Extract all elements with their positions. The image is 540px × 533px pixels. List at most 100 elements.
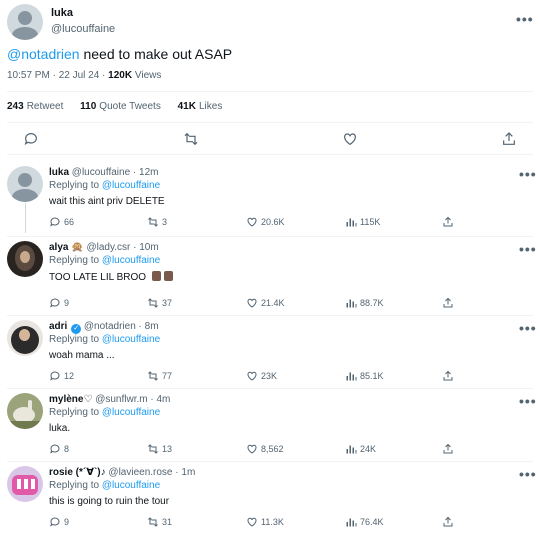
reply-share-button[interactable] xyxy=(442,369,457,383)
emoji-icon xyxy=(163,271,173,281)
reply-share-button[interactable] xyxy=(442,442,457,456)
reply-handle[interactable]: @lavieen.rose · 1m xyxy=(108,467,195,478)
author-name[interactable]: luka xyxy=(51,7,73,19)
reply-actions: 12 77 23K 85.1K xyxy=(0,369,540,383)
reply-like-button[interactable]: 23K xyxy=(246,369,277,383)
reply-comment-button[interactable]: 66 xyxy=(49,215,74,229)
retweet-icon xyxy=(148,444,158,454)
avatar[interactable] xyxy=(7,466,43,502)
avatar[interactable] xyxy=(7,241,43,277)
more-options-icon[interactable]: ••• xyxy=(519,321,537,335)
more-options-icon[interactable]: ••• xyxy=(519,167,537,181)
reply-text: TOO LATE LIL BROO xyxy=(49,271,173,283)
reply-header: alya 🙊 @lady.csr · 10m xyxy=(49,242,159,253)
share-icon xyxy=(443,216,453,227)
reply-views-button[interactable]: 24K xyxy=(345,442,376,456)
replying-to: Replying to @lucouffaine xyxy=(49,180,161,191)
replying-to-link[interactable]: @lucouffaine xyxy=(102,480,160,491)
retweet-icon xyxy=(148,298,158,308)
like-icon xyxy=(247,298,257,308)
divider xyxy=(7,461,533,462)
more-options-icon[interactable]: ••• xyxy=(519,242,537,256)
replying-to-link[interactable]: @lucouffaine xyxy=(102,255,160,266)
mention-link[interactable]: @notadrien xyxy=(7,46,80,62)
reply-tweet[interactable]: alya 🙊 @lady.csr · 10m ••• Replying to @… xyxy=(0,241,540,316)
reply-views-button[interactable]: 88.7K xyxy=(345,296,384,310)
retweets-stat[interactable]: 243 Retweet xyxy=(7,101,63,112)
share-icon[interactable] xyxy=(501,131,517,147)
reply-author-name[interactable]: alya 🙊 xyxy=(49,242,84,253)
reply-comment-button[interactable]: 8 xyxy=(49,442,69,456)
replying-to: Replying to @lucouffaine xyxy=(49,480,161,491)
reply-handle[interactable]: @sunflwr.m · 4m xyxy=(95,394,170,405)
reply-icon xyxy=(50,517,60,527)
divider xyxy=(7,122,533,123)
views-icon xyxy=(346,299,357,308)
reply-handle[interactable]: @lucouffaine · 12m xyxy=(72,167,159,178)
reply-icon[interactable] xyxy=(23,131,39,147)
reply-share-button[interactable] xyxy=(442,515,457,529)
reply-header: adri ✓ @notadrien · 8m xyxy=(49,321,159,334)
reply-handle[interactable]: @lady.csr · 10m xyxy=(86,242,158,253)
replying-to-link[interactable]: @lucouffaine xyxy=(102,407,160,418)
share-icon xyxy=(443,297,453,308)
reply-header: rosie (*´∀`)♪ @lavieen.rose · 1m xyxy=(49,467,195,478)
likes-stat[interactable]: 41K Likes xyxy=(178,101,223,112)
main-tweet: luka @lucouffaine ••• @notadrien need to… xyxy=(0,0,540,155)
engagement-stats: 243 Retweet 110 Quote Tweets 41K Likes xyxy=(7,101,236,112)
reply-author-name[interactable]: rosie (*´∀`)♪ xyxy=(49,467,106,478)
avatar[interactable] xyxy=(7,320,43,356)
reply-tweet[interactable]: rosie (*´∀`)♪ @lavieen.rose · 1m ••• Rep… xyxy=(0,466,540,533)
more-options-icon[interactable]: ••• xyxy=(519,467,537,481)
tweet-text: @notadrien need to make out ASAP xyxy=(7,46,232,62)
reply-author-name[interactable]: luka xyxy=(49,167,69,178)
author-handle[interactable]: @lucouffaine xyxy=(51,23,115,35)
reply-retweet-button[interactable]: 31 xyxy=(147,515,172,529)
reply-views-button[interactable]: 85.1K xyxy=(345,369,384,383)
reply-icon xyxy=(50,444,60,454)
tweet-time[interactable]: 10:57 PM · 22 Jul 24 · xyxy=(7,70,105,81)
replying-to-link[interactable]: @lucouffaine xyxy=(102,180,160,191)
verified-badge-icon: ✓ xyxy=(71,324,82,334)
divider xyxy=(7,91,533,92)
views-icon xyxy=(346,445,357,454)
reply-retweet-button[interactable]: 13 xyxy=(147,442,172,456)
avatar[interactable] xyxy=(7,393,43,429)
reply-tweet[interactable]: luka @lucouffaine · 12m ••• Replying to … xyxy=(0,166,540,237)
like-icon xyxy=(247,517,257,527)
reply-handle[interactable]: @notadrien · 8m xyxy=(84,321,159,332)
more-options-icon[interactable]: ••• xyxy=(516,12,534,26)
reply-comment-button[interactable]: 9 xyxy=(49,296,69,310)
retweet-icon[interactable] xyxy=(183,131,199,147)
reply-author-name[interactable]: adri xyxy=(49,321,67,332)
reply-text: this is going to ruin the tour xyxy=(49,496,170,507)
divider xyxy=(7,154,533,155)
reply-share-button[interactable] xyxy=(442,215,457,229)
like-icon[interactable] xyxy=(342,131,358,147)
reply-tweet[interactable]: adri ✓ @notadrien · 8m ••• Replying to @… xyxy=(0,320,540,389)
reply-like-button[interactable]: 11.3K xyxy=(246,515,284,529)
quotes-stat[interactable]: 110 Quote Tweets xyxy=(80,101,161,112)
reply-like-button[interactable]: 20.6K xyxy=(246,215,285,229)
replying-to: Replying to @lucouffaine xyxy=(49,255,161,266)
tweet-body: need to make out ASAP xyxy=(83,46,233,62)
reply-like-button[interactable]: 8,562 xyxy=(246,442,284,456)
avatar[interactable] xyxy=(7,4,43,40)
reply-retweet-button[interactable]: 77 xyxy=(147,369,172,383)
reply-views-button[interactable]: 115K xyxy=(345,215,380,229)
reply-author-name[interactable]: mylène♡ xyxy=(49,394,92,405)
reply-retweet-button[interactable]: 37 xyxy=(147,296,172,310)
replying-to: Replying to @lucouffaine xyxy=(49,334,161,345)
reply-share-button[interactable] xyxy=(442,296,457,310)
avatar[interactable] xyxy=(7,166,43,202)
replying-to-link[interactable]: @lucouffaine xyxy=(102,334,160,345)
reply-views-button[interactable]: 76.4K xyxy=(345,515,384,529)
more-options-icon[interactable]: ••• xyxy=(519,394,537,408)
reply-header: mylène♡ @sunflwr.m · 4m xyxy=(49,394,170,405)
reply-tweet[interactable]: mylène♡ @sunflwr.m · 4m ••• Replying to … xyxy=(0,393,540,462)
reply-like-button[interactable]: 21.4K xyxy=(246,296,285,310)
reply-retweet-button[interactable]: 3 xyxy=(147,215,167,229)
reply-comment-button[interactable]: 12 xyxy=(49,369,74,383)
reply-comment-button[interactable]: 9 xyxy=(49,515,69,529)
share-icon xyxy=(443,370,453,381)
